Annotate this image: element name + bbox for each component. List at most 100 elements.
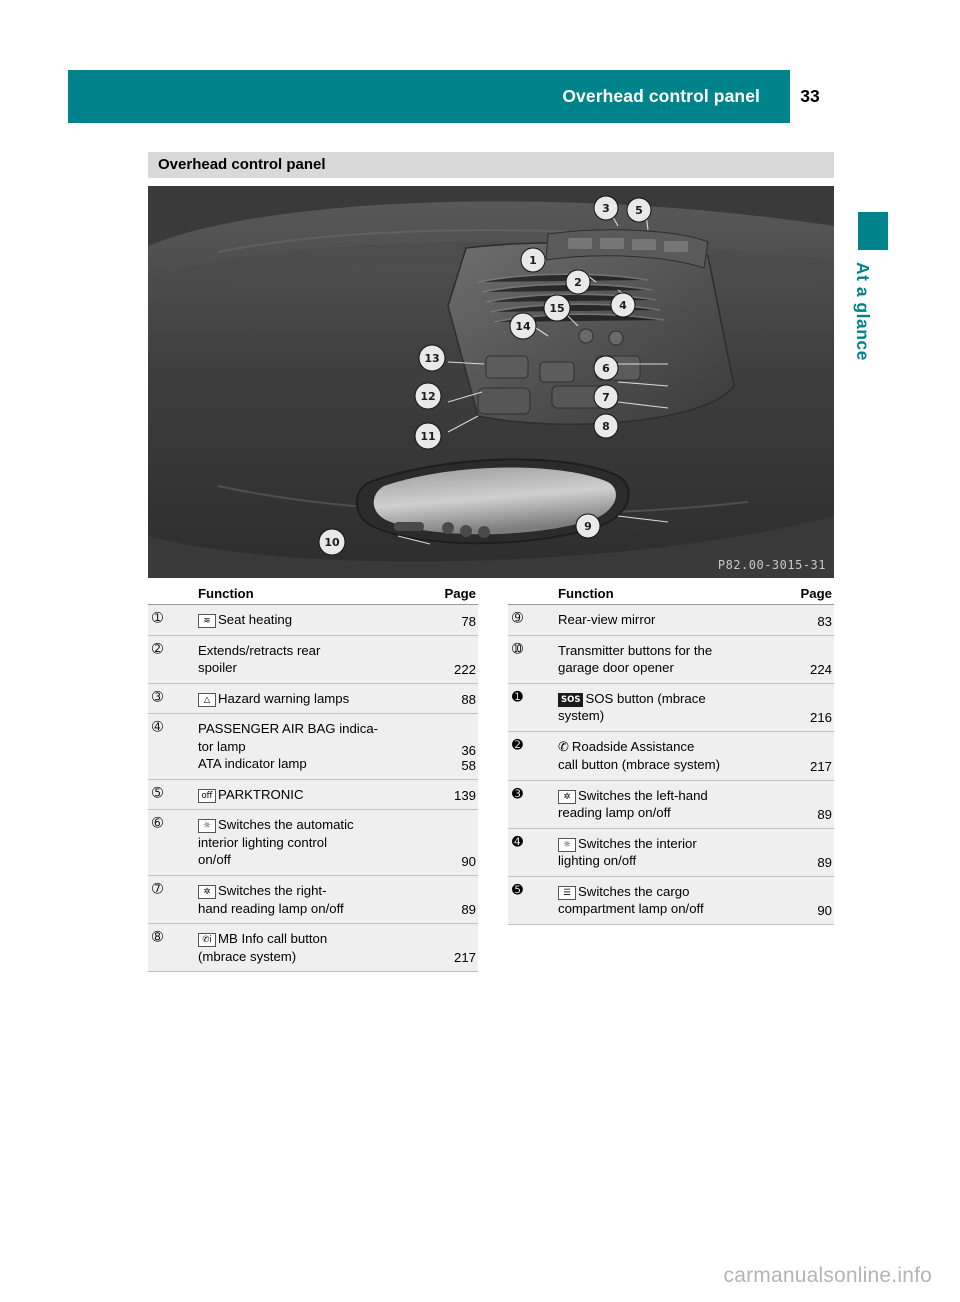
- function-cell: ✆i MB Info call button (mbrace system): [196, 923, 432, 973]
- svg-text:5: 5: [635, 204, 643, 217]
- function-table-left: Function Page ➀ ≋ Seat heating 78 ➁ Exten…: [148, 586, 478, 973]
- callout-number: ➀: [152, 611, 163, 626]
- svg-text:6: 6: [602, 362, 610, 375]
- table-row: ➊ SOS SOS button (mbrace system) 216: [508, 683, 834, 732]
- function-cell: ✲ Switches the left-hand reading lamp on/…: [556, 780, 788, 829]
- function-text: Switches the right-: [218, 883, 327, 899]
- table-row: ➈ Rear-view mirror 83: [508, 604, 834, 636]
- function-cell: ≋ Seat heating: [196, 604, 432, 636]
- sos-button-icon: SOS: [558, 692, 584, 707]
- callout-number: ➊: [512, 689, 523, 705]
- column-header-page: Page: [788, 586, 834, 605]
- svg-text:11: 11: [420, 430, 435, 443]
- cargo-lamp-icon: ☰: [558, 885, 576, 900]
- page-blank: [788, 744, 832, 759]
- callout-number: ➂: [152, 689, 163, 705]
- callout-number: ➉: [512, 641, 523, 657]
- interior-lighting-auto-icon: ☼: [198, 819, 216, 834]
- page-cell: 90: [432, 809, 478, 877]
- function-text: call button (mbrace system): [558, 757, 720, 773]
- page-blank: [788, 647, 832, 662]
- function-text: lighting on/off: [558, 853, 637, 869]
- function-cell: ☼ Switches the interior lighting on/off: [556, 828, 788, 877]
- table-row: ➇ ✆i MB Info call button (mbrace system) …: [148, 923, 478, 973]
- illustration-code: P82.00-3015-31: [717, 558, 826, 572]
- svg-text:9: 9: [584, 520, 592, 533]
- section-title: Overhead control panel: [158, 156, 326, 173]
- callout-number: ➎: [512, 882, 523, 898]
- svg-text:4: 4: [619, 299, 627, 312]
- function-text: Extends/retracts rear: [198, 642, 321, 658]
- svg-text:10: 10: [324, 536, 340, 549]
- column-header-function: Function: [556, 586, 788, 605]
- function-cell: ✲ Switches the right- hand reading lamp o…: [196, 875, 432, 925]
- function-text: (mbrace system): [198, 948, 297, 964]
- callout-number: ➅: [152, 816, 163, 832]
- function-text: Switches the interior: [578, 835, 697, 851]
- function-table-right: Function Page ➈ Rear-view mirror 83 ➉ Tr…: [508, 586, 834, 925]
- table-row: ➄ off PARKTRONIC 139: [148, 779, 478, 811]
- page-value: 90: [461, 854, 476, 870]
- callout-number: ➋: [512, 737, 523, 753]
- page-cell: 89: [788, 780, 834, 829]
- function-text: spoiler: [198, 660, 237, 676]
- table-row: ➌ ✲ Switches the left-hand reading lamp o…: [508, 780, 834, 829]
- page-value: 222: [453, 661, 476, 677]
- page-value: 36: [461, 742, 476, 758]
- page-blank: [788, 695, 832, 710]
- interior-lighting-icon: ☼: [558, 837, 576, 852]
- function-cell: ☼ Switches the automatic interior lightin…: [196, 809, 432, 877]
- page-cell: 36 58: [432, 713, 478, 780]
- function-cell: ✆ Roadside Assistance call button (mbrace…: [556, 731, 788, 781]
- function-text: Switches the cargo: [578, 883, 690, 899]
- section-title-band: Overhead control panel: [148, 152, 834, 178]
- page-blank: [432, 824, 476, 839]
- function-text: system): [558, 708, 605, 724]
- table-row: ➆ ✲ Switches the right- hand reading lamp…: [148, 875, 478, 925]
- svg-text:7: 7: [602, 391, 610, 404]
- page-cell: 78: [432, 604, 478, 636]
- callout-number: ➇: [152, 930, 163, 946]
- page-blank: [788, 792, 832, 807]
- table-row: ➃ PASSENGER AIR BAG indica- tor lamp ATA…: [148, 713, 478, 780]
- page-header-title: Overhead control panel: [562, 86, 760, 106]
- page-value: 90: [817, 902, 832, 918]
- svg-text:15: 15: [549, 302, 564, 315]
- function-text: interior lighting control: [198, 834, 328, 850]
- function-cell: PASSENGER AIR BAG indica- tor lamp ATA i…: [196, 713, 432, 780]
- callout-number: ➌: [512, 786, 523, 802]
- reading-lamp-left-icon: ✲: [558, 789, 576, 804]
- function-text: hand reading lamp on/off: [198, 900, 344, 916]
- page-cell: 222: [432, 635, 478, 684]
- parktronic-icon: off: [198, 788, 216, 803]
- chapter-tab-marker: [858, 212, 888, 250]
- svg-text:8: 8: [602, 420, 610, 433]
- function-text: tor lamp: [198, 738, 246, 754]
- function-cell: Extends/retracts rear spoiler: [196, 635, 432, 684]
- column-header-page: Page: [432, 586, 478, 605]
- page-blank: [432, 839, 476, 854]
- callout-number: ➃: [152, 720, 163, 736]
- manual-page: Overhead control panel 33 At a glance Ov…: [0, 0, 960, 1302]
- function-text: Switches the automatic: [218, 817, 354, 833]
- page-cell: 217: [432, 923, 478, 973]
- column-header-function: Function: [196, 586, 432, 605]
- callout-number: ➈: [512, 611, 523, 626]
- svg-text:12: 12: [420, 390, 435, 403]
- table-row: ➋ ✆ Roadside Assistance call button (mbra…: [508, 731, 834, 781]
- svg-text:13: 13: [424, 352, 439, 365]
- function-text: Hazard warning lamps: [218, 690, 350, 706]
- page-value: 89: [817, 854, 832, 870]
- page-blank: [432, 935, 476, 950]
- svg-text:3: 3: [602, 202, 610, 215]
- function-cell: SOS SOS button (mbrace system): [556, 683, 788, 732]
- overhead-control-panel-illustration: 1 2 3 4 5 6 7 8 9 10 11 12 13 14 15 P82.…: [148, 186, 834, 578]
- page-cell: 83: [788, 604, 834, 636]
- page-cell: 224: [788, 635, 834, 684]
- callout-number: ➁: [152, 641, 163, 657]
- function-cell: ☰ Switches the cargo compartment lamp on/…: [556, 876, 788, 925]
- page-cell: 139: [432, 779, 478, 811]
- roadside-assistance-icon: ✆: [558, 739, 569, 755]
- function-text: MB Info call button: [218, 931, 328, 947]
- reading-lamp-right-icon: ✲: [198, 885, 216, 900]
